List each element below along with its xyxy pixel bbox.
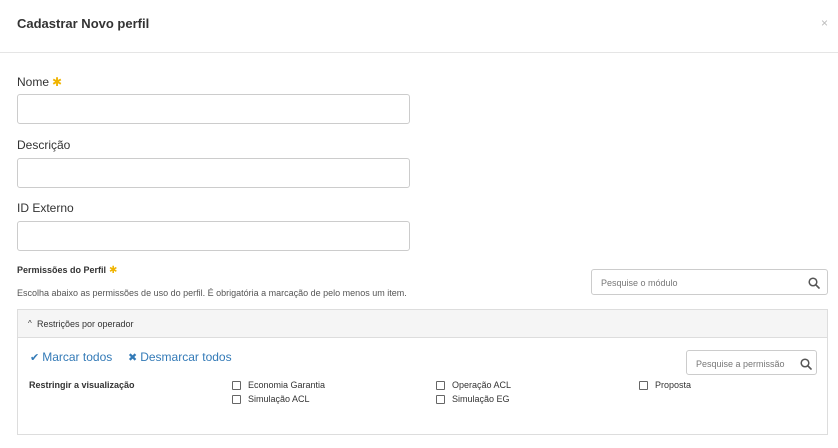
checkbox-label: Simulação ACL — [248, 394, 310, 404]
description-label: Descrição — [17, 138, 71, 152]
checkbox-label: Operação ACL — [452, 380, 512, 390]
checkbox-simulacao-eg[interactable]: Simulação EG — [436, 394, 510, 404]
checkbox-label: Economia Garantia — [248, 380, 326, 390]
chevron-up-icon: ^ — [28, 319, 32, 328]
module-search-input[interactable]: Pesquise o módulo — [591, 269, 828, 295]
description-input[interactable] — [17, 158, 410, 188]
select-all-label: Marcar todos — [42, 350, 113, 364]
search-icon[interactable] — [800, 357, 812, 375]
external-id-label: ID Externo — [17, 201, 74, 215]
operator-restrictions-panel: ^ Restrições por operador ✔ Marcar todos … — [17, 309, 828, 435]
search-icon[interactable] — [808, 276, 820, 294]
checkbox-box[interactable] — [232, 380, 241, 390]
panel-header[interactable]: ^ Restrições por operador — [18, 310, 827, 338]
restrict-view-label: Restringir a visualização — [29, 380, 135, 390]
checkbox-box[interactable] — [639, 380, 648, 390]
module-search-placeholder: Pesquise o módulo — [601, 278, 678, 288]
permissions-description: Escolha abaixo as permissões de uso do p… — [17, 288, 407, 298]
checkbox-proposta[interactable]: Proposta — [639, 380, 691, 390]
checkbox-economia-garantia[interactable]: Economia Garantia — [232, 380, 325, 390]
permissions-title: Permissões do Perfil ✱ — [17, 265, 117, 276]
deselect-all-label: Desmarcar todos — [140, 350, 232, 364]
permission-search-input[interactable]: Pesquise a permissão — [686, 350, 817, 375]
close-button[interactable]: × — [821, 16, 828, 30]
modal-header: Cadastrar Novo perfil × — [0, 0, 838, 53]
checkbox-box[interactable] — [436, 380, 445, 390]
select-all-button[interactable]: ✔ Marcar todos — [30, 350, 112, 364]
deselect-all-button[interactable]: ✖ Desmarcar todos — [128, 350, 232, 364]
checkbox-operacao-acl[interactable]: Operação ACL — [436, 380, 511, 390]
checkbox-box[interactable] — [436, 394, 445, 404]
checkbox-label: Simulação EG — [452, 394, 510, 404]
name-label-text: Nome — [17, 75, 50, 89]
close-x-icon: ✖ — [128, 352, 138, 364]
name-label: Nome ✱ — [17, 75, 62, 89]
modal-title: Cadastrar Novo perfil — [17, 16, 150, 31]
check-icon: ✔ — [30, 352, 40, 364]
permissions-title-text: Permissões do Perfil — [17, 265, 107, 275]
external-id-input[interactable] — [17, 221, 410, 251]
name-input[interactable] — [17, 94, 410, 124]
required-icon: ✱ — [52, 75, 63, 89]
panel-title: Restrições por operador — [37, 319, 134, 329]
permission-search-placeholder: Pesquise a permissão — [696, 359, 785, 369]
checkbox-box[interactable] — [232, 394, 241, 404]
checkbox-label: Proposta — [655, 380, 692, 390]
required-icon: ✱ — [109, 265, 118, 276]
checkbox-simulacao-acl[interactable]: Simulação ACL — [232, 394, 310, 404]
